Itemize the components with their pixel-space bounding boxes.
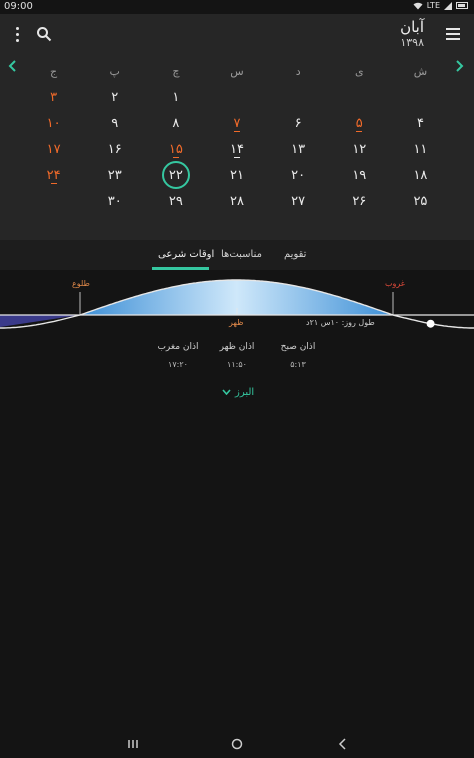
noon-label: ظهر — [229, 318, 244, 327]
location-selector[interactable]: البرز — [222, 384, 262, 400]
day-cell[interactable]: ۸ — [145, 110, 206, 136]
sunset-label: غروب — [385, 279, 405, 288]
day-cell[interactable]: ۱۴ — [206, 136, 267, 162]
day-cell[interactable]: ۱ — [145, 84, 206, 110]
day-cell[interactable]: ۲۵ — [390, 188, 451, 214]
empty-day-cell — [268, 84, 329, 110]
day-cell[interactable]: ۱۰ — [23, 110, 84, 136]
day-cell[interactable]: ۲۴ — [23, 162, 84, 188]
day-cell[interactable]: ۷ — [206, 110, 267, 136]
empty-day-cell — [206, 84, 267, 110]
weekday-header: د — [295, 64, 301, 78]
day-cell[interactable]: ۲۹ — [145, 188, 206, 214]
recent-apps-icon[interactable] — [126, 736, 140, 752]
day-cell[interactable]: ۱۵ — [145, 136, 206, 162]
tab-occasions[interactable]: مناسبت‌ها — [221, 249, 262, 260]
day-cell[interactable]: ۱۸ — [390, 162, 451, 188]
day-cell[interactable]: ۱۲ — [329, 136, 390, 162]
tab-calendar[interactable]: تقویم — [284, 249, 306, 260]
prayer-time-value: ۱۷:۲۰ — [168, 360, 188, 369]
day-cell-today[interactable]: ۲۲ — [145, 161, 206, 189]
signal-icon — [444, 1, 452, 10]
day-cell[interactable]: ۱۹ — [329, 162, 390, 188]
system-navigation-bar — [0, 730, 474, 758]
empty-day-cell — [329, 84, 390, 110]
daylight-area — [80, 280, 393, 315]
day-cell[interactable]: ۳ — [23, 84, 84, 110]
prayer-time-maghrib: اذان مغرب ۱۷:۲۰ — [148, 342, 208, 369]
battery-icon — [456, 2, 468, 9]
night-area-left — [0, 315, 80, 327]
day-cell[interactable]: ۱۳ — [268, 136, 329, 162]
status-time: 09:00 — [4, 1, 33, 12]
weekday-header: ج — [50, 64, 58, 78]
search-icon[interactable] — [36, 26, 52, 42]
day-cell[interactable]: ۵ — [329, 110, 390, 136]
prayer-time-dhuhr: اذان ظهر ۱۱:۵۰ — [207, 342, 267, 369]
day-cell[interactable]: ۳۰ — [84, 188, 145, 214]
wifi-icon — [413, 2, 423, 9]
day-cell[interactable]: ۹ — [84, 110, 145, 136]
weekday-header: پ — [109, 64, 120, 78]
day-cell[interactable]: ۶ — [268, 110, 329, 136]
prayer-name: اذان مغرب — [157, 342, 199, 352]
calendar-grid: ش ی د س چ پ ج ۱ ۲ ۳ ۴ ۵ ۶ ۷ ۸ ۹ ۱۰ ۱۱ ۱۲ ۱۳ ۱۴ ۱۵ ۱۶ ۱۷ ۱۸ ۱۹ ۲۰ ۲۱… — [23, 58, 451, 214]
year-title: ۱۳۹۸ — [400, 36, 424, 49]
day-cell[interactable]: ۲۰ — [268, 162, 329, 188]
sun-position-dot — [426, 319, 435, 328]
day-cell[interactable]: ۲۳ — [84, 162, 145, 188]
day-cell[interactable]: ۲۶ — [329, 188, 390, 214]
location-city: البرز — [235, 386, 255, 398]
day-cell[interactable]: ۱۷ — [23, 136, 84, 162]
day-cell[interactable]: ۲۱ — [206, 162, 267, 188]
prayer-name: اذان ظهر — [219, 342, 255, 352]
home-icon[interactable] — [229, 736, 245, 752]
tab-bar: تقویم مناسبت‌ها اوقات شرعی — [0, 240, 474, 270]
prayer-time-value: ۱۱:۵۰ — [227, 360, 247, 369]
toolbar: آبان ۱۳۹۸ — [0, 14, 474, 54]
calendar-panel: آبان ۱۳۹۸ ش ی د س چ پ ج ۱ ۲ ۳ ۴ ۵ ۶ ۷ ۸ ۹ ۱۰ ۱۱ ۱۲ ۱۳ ۱۴ ۱۵ ۱۶… — [0, 14, 474, 240]
chevron-down-icon — [222, 389, 231, 395]
previous-month-chevron-icon[interactable] — [8, 60, 20, 74]
next-month-chevron-icon[interactable] — [454, 60, 466, 74]
day-cell[interactable]: ۱۶ — [84, 136, 145, 162]
day-cell[interactable]: ۲۷ — [268, 188, 329, 214]
weekday-header: چ — [172, 64, 180, 78]
more-options-icon[interactable] — [12, 26, 22, 42]
day-cell[interactable]: ۴ — [390, 110, 451, 136]
hamburger-menu-icon[interactable] — [446, 28, 460, 40]
weekday-header: س — [230, 64, 244, 78]
network-type: LTE — [426, 1, 440, 10]
sunrise-label: طلوع — [72, 279, 90, 288]
weekday-header: ی — [354, 64, 364, 78]
day-cell[interactable]: ۱۱ — [390, 136, 451, 162]
month-title[interactable]: آبان — [400, 18, 424, 36]
back-icon[interactable] — [336, 736, 350, 752]
tab-prayer-times[interactable]: اوقات شرعی — [158, 249, 214, 260]
prayer-time-value: ۵:۱۳ — [290, 360, 306, 369]
day-cell[interactable]: ۲۸ — [206, 188, 267, 214]
day-length: طول روز: ۱۰س ۲۱د — [306, 318, 375, 327]
status-icons: LTE — [413, 1, 468, 10]
empty-day-cell — [390, 84, 451, 110]
prayer-name: اذان صبح — [280, 342, 316, 352]
day-cell[interactable]: ۲ — [84, 84, 145, 110]
status-bar: 09:00 LTE — [0, 0, 474, 14]
weekday-header: ش — [413, 64, 428, 78]
empty-day-cell — [23, 188, 84, 214]
prayer-time-fajr: اذان صبح ۵:۱۳ — [268, 342, 328, 369]
